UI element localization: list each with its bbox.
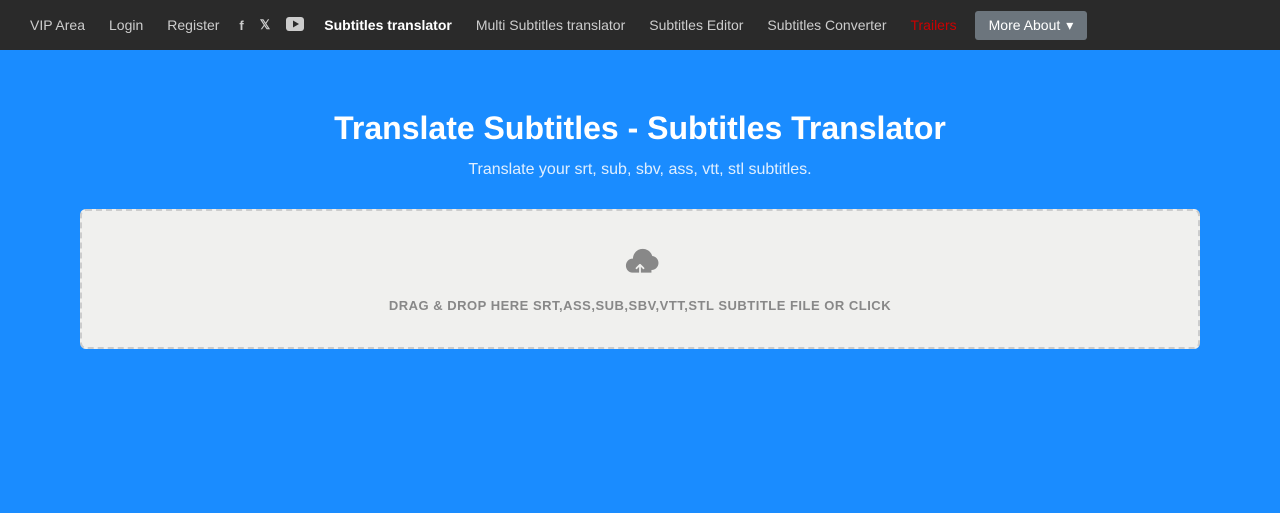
upload-cloud-icon [618,245,662,286]
youtube-icon[interactable] [280,13,310,38]
twitter-icon[interactable]: 𝕏 [254,13,276,37]
more-about-button[interactable]: More About ▾ [975,11,1088,40]
dropdown-arrow-icon: ▾ [1066,17,1073,34]
navbar: VIP Area Login Register f 𝕏 Subtitles tr… [0,0,1280,50]
facebook-icon[interactable]: f [233,14,249,37]
nav-subtitles-editor[interactable]: Subtitles Editor [639,11,753,39]
nav-subtitles-converter[interactable]: Subtitles Converter [757,11,896,39]
main-content: Translate Subtitles - Subtitles Translat… [0,50,1280,349]
more-about-label: More About [989,17,1061,33]
drop-zone-text: DRAG & DROP HERE SRT,ASS,SUB,SBV,VTT,STL… [389,298,891,313]
hero-subtitle: Translate your srt, sub, sbv, ass, vtt, … [468,161,811,179]
nav-multi-subtitles-translator[interactable]: Multi Subtitles translator [466,11,635,39]
file-drop-zone[interactable]: DRAG & DROP HERE SRT,ASS,SUB,SBV,VTT,STL… [80,209,1200,349]
nav-vip-area[interactable]: VIP Area [20,11,95,39]
nav-login[interactable]: Login [99,11,153,39]
nav-trailers[interactable]: Trailers [900,11,966,39]
nav-subtitles-translator[interactable]: Subtitles translator [314,11,462,39]
hero-title: Translate Subtitles - Subtitles Translat… [334,110,946,147]
nav-register[interactable]: Register [157,11,229,39]
